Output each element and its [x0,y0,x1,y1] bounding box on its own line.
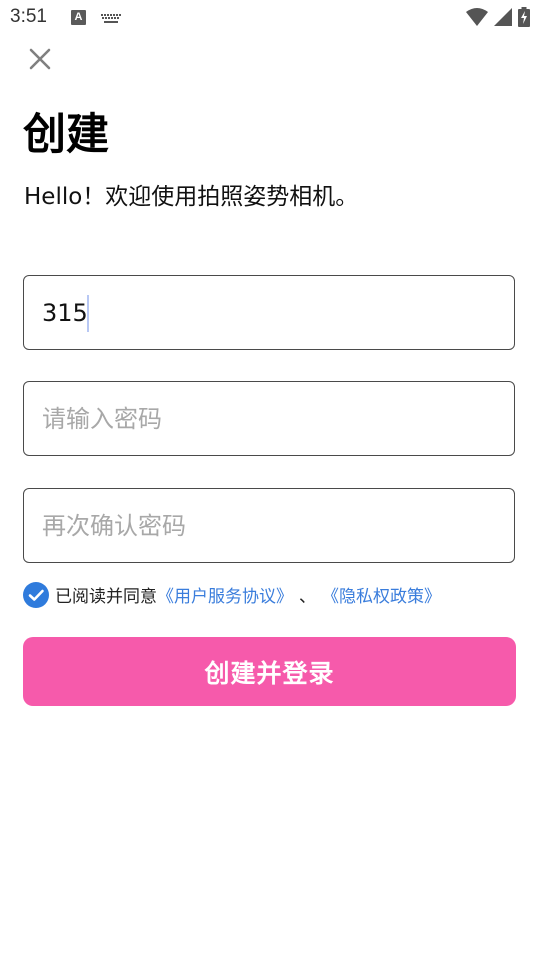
close-icon [29,48,51,70]
confirm-password-field [23,488,515,563]
keyboard-icon [101,11,121,30]
status-time: 3:51 [10,6,47,27]
confirm-password-input[interactable] [42,489,492,562]
text-cursor [87,295,89,332]
wifi-icon [466,8,488,30]
page-title: 创建 [23,110,109,160]
account-input[interactable] [42,276,492,349]
agreement-prefix: 已阅读并同意 [55,587,157,607]
user-agreement-link[interactable]: 《用户服务协议》 [157,582,293,607]
password-input[interactable] [42,382,492,455]
check-circle-icon [23,581,49,608]
battery-charging-icon [518,7,530,31]
agree-checkbox[interactable] [23,581,49,608]
status-bar: 3:51 A [0,0,540,36]
create-and-login-button[interactable]: 创建并登录 [23,637,516,706]
a-notification-icon: A [71,10,86,25]
status-right-icons [466,7,530,31]
agreement-row: 已阅读并同意 《用户服务协议》 、 《隐私权政策》 [23,581,441,608]
signal-icon [494,8,512,30]
agreement-separator: 、 [299,587,316,607]
close-button[interactable] [27,46,53,72]
page-subtitle: Hello！欢迎使用拍照姿势相机。 [24,184,359,210]
password-field [23,381,515,456]
privacy-policy-link[interactable]: 《隐私权政策》 [322,582,441,607]
account-field [23,275,515,350]
